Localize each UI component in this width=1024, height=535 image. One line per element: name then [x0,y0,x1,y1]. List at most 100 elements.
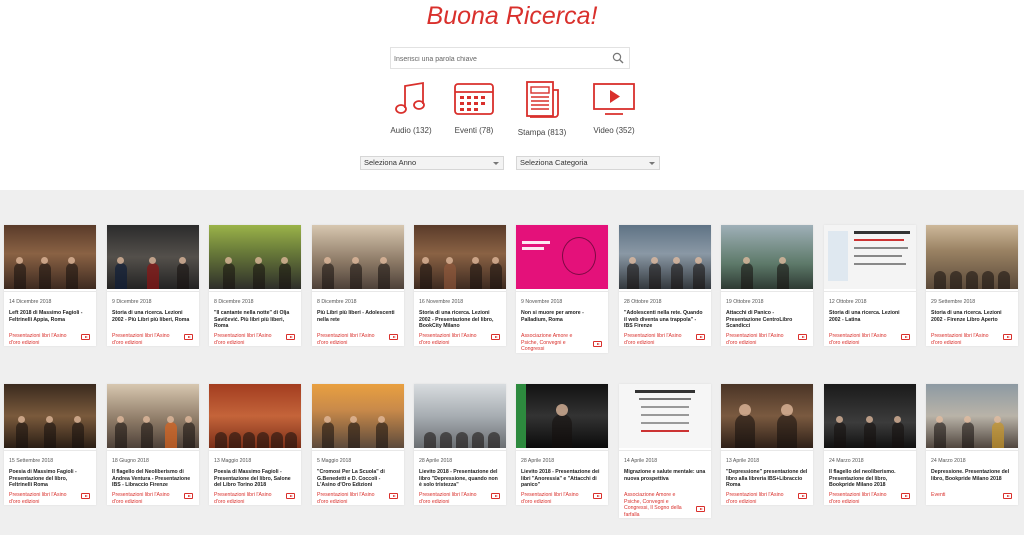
card-title[interactable]: Lievito 2018 - Presentazione dei libri "… [516,464,608,488]
page-title: Buona Ricerca! [426,2,598,30]
video-icon[interactable] [901,334,910,341]
video-icon[interactable] [798,493,807,500]
result-card[interactable]: 18 Giugno 2018 Il flagello del Neoliberi… [107,384,199,506]
video-thumbnail[interactable] [721,225,813,289]
result-card[interactable]: 9 Dicembre 2018 Storia di una ricerca. L… [107,225,199,347]
card-date: 13 Maggio 2018 [209,450,301,464]
video-thumbnail[interactable] [107,225,199,289]
video-thumbnail[interactable] [107,384,199,448]
card-title[interactable]: Poesia di Massimo Fagioli - Presentazion… [209,464,301,488]
video-thumbnail[interactable] [721,384,813,448]
video-icon[interactable] [491,493,500,500]
video-icon[interactable] [81,493,90,500]
video-icon[interactable] [1003,334,1012,341]
video-icon[interactable] [184,493,193,500]
card-title[interactable]: Depressione. Presentazione del libro, Bo… [926,464,1018,488]
video-thumbnail[interactable] [619,384,711,448]
result-card[interactable]: 16 Novembre 2018 Storia di una ricerca. … [414,225,506,347]
video-icon[interactable] [389,493,398,500]
video-icon[interactable] [286,334,295,341]
card-date: 13 Aprile 2018 [721,450,813,464]
result-card[interactable]: 8 Dicembre 2018 "Il cantante nella notte… [209,225,301,347]
video-thumbnail[interactable] [312,384,404,448]
calendar-icon [454,83,494,115]
card-title[interactable]: Il flagello del neoliberismo. Presentazi… [824,464,916,488]
video-thumbnail[interactable] [209,384,301,448]
card-title[interactable]: Attacchi di Panico - Presentazione Centr… [721,305,813,329]
card-title[interactable]: "Adolescenti nella rete. Quando il web d… [619,305,711,329]
result-card[interactable]: 13 Maggio 2018 Poesia di Massimo Fagioli… [209,384,301,506]
result-card[interactable]: 19 Ottobre 2018 Attacchi di Panico - Pre… [721,225,813,347]
card-title[interactable]: "Cromosi Per La Scuola" di G.Benedetti e… [312,464,404,488]
video-thumbnail[interactable] [516,384,608,448]
card-title[interactable]: Storia di una ricerca. Lezioni 2002 - Fi… [926,305,1018,329]
result-card[interactable]: 28 Aprile 2018 Lievito 2018 - Presentazi… [516,384,608,506]
card-title[interactable]: Left 2018 di Massimo Fagioli - Feltrinel… [4,305,96,329]
card-title[interactable]: "Il cantante nella notte" di Olja Saviče… [209,305,301,329]
result-card[interactable]: 24 Marzo 2018 Depressione. Presentazione… [926,384,1018,505]
card-date: 5 Maggio 2018 [312,450,404,464]
video-thumbnail[interactable] [4,225,96,289]
video-play-icon [593,83,635,115]
result-card[interactable]: 8 Dicembre 2018 Più Libri più liberi - A… [312,225,404,347]
category-select[interactable]: Seleziona Categoria [516,156,660,170]
result-card[interactable]: 12 Ottobre 2018 Storia di una ricerca. L… [824,225,916,347]
card-title[interactable]: Storia di una ricerca. Lezioni 2002 - La… [824,305,916,329]
card-title[interactable]: Lievito 2018 - Presentazione del libro "… [414,464,506,488]
result-card[interactable]: 24 Marzo 2018 Il flagello del neoliberis… [824,384,916,506]
result-card[interactable]: 29 Settembre 2018 Storia di una ricerca.… [926,225,1018,347]
video-thumbnail[interactable] [516,225,608,289]
card-title[interactable]: Il flagello del Neoliberismo di Andrea V… [107,464,199,488]
search-header: Buona Ricerca! Audio (132) Eventi (78) [0,0,1024,190]
video-thumbnail[interactable] [414,225,506,289]
chevron-down-icon [493,162,499,165]
video-thumbnail[interactable] [414,384,506,448]
result-card[interactable]: 14 Dicembre 2018 Left 2018 di Massimo Fa… [4,225,96,347]
card-date: 9 Dicembre 2018 [107,291,199,305]
search-box[interactable] [390,47,630,70]
card-title[interactable]: Migrazione e salute mentale: una nuova p… [619,464,711,488]
result-card[interactable]: 28 Aprile 2018 Lievito 2018 - Presentazi… [414,384,506,506]
card-date: 24 Marzo 2018 [824,450,916,464]
video-icon[interactable] [696,334,705,341]
card-date: 14 Dicembre 2018 [4,291,96,305]
video-icon[interactable] [491,334,500,341]
result-card[interactable]: 9 Novembre 2018 Non si muore per amore -… [516,225,608,353]
card-title[interactable]: Storia di una ricerca. Lezioni 2002 - Pi… [107,305,199,329]
search-icon[interactable] [612,52,624,64]
card-date: 29 Settembre 2018 [926,291,1018,305]
card-title[interactable]: Non si muore per amore - Palladium, Roma [516,305,608,329]
card-category[interactable]: Associazione Amore e Psiche, Convegni e … [619,488,711,518]
video-icon[interactable] [286,493,295,500]
result-card[interactable]: 13 Aprile 2018 "Depressione" presentazio… [721,384,813,506]
video-icon[interactable] [389,334,398,341]
video-icon[interactable] [696,506,705,513]
card-title[interactable]: "Depressione" presentazione del libro al… [721,464,813,488]
video-thumbnail[interactable] [926,225,1018,289]
video-thumbnail[interactable] [619,225,711,289]
video-thumbnail[interactable] [209,225,301,289]
video-thumbnail[interactable] [312,225,404,289]
result-card[interactable]: 5 Maggio 2018 "Cromosi Per La Scuola" di… [312,384,404,506]
video-thumbnail[interactable] [824,225,916,289]
card-title[interactable]: Più Libri più liberi - Adolescenti nella… [312,305,404,329]
card-date: 24 Marzo 2018 [926,450,1018,464]
video-icon[interactable] [81,334,90,341]
search-input[interactable] [394,49,604,70]
result-card[interactable]: 15 Settembre 2018 Poesia di Massimo Fagi… [4,384,96,506]
result-card[interactable]: 14 Aprile 2018 Migrazione e salute menta… [619,384,711,519]
year-select[interactable]: Seleziona Anno [360,156,504,170]
video-thumbnail[interactable] [824,384,916,448]
video-thumbnail[interactable] [4,384,96,448]
video-icon[interactable] [593,493,602,500]
video-icon[interactable] [901,493,910,500]
video-thumbnail[interactable] [926,384,1018,448]
video-icon[interactable] [593,340,602,347]
video-icon[interactable] [798,334,807,341]
result-card[interactable]: 28 Ottobre 2018 "Adolescenti nella rete.… [619,225,711,347]
video-icon[interactable] [184,334,193,341]
media-filter-video[interactable]: Video (352) [569,80,659,135]
card-title[interactable]: Poesia di Massimo Fagioli - Presentazion… [4,464,96,488]
video-icon[interactable] [1003,493,1012,499]
card-title[interactable]: Storia di una ricerca. Lezioni 2002 - Pr… [414,305,506,329]
